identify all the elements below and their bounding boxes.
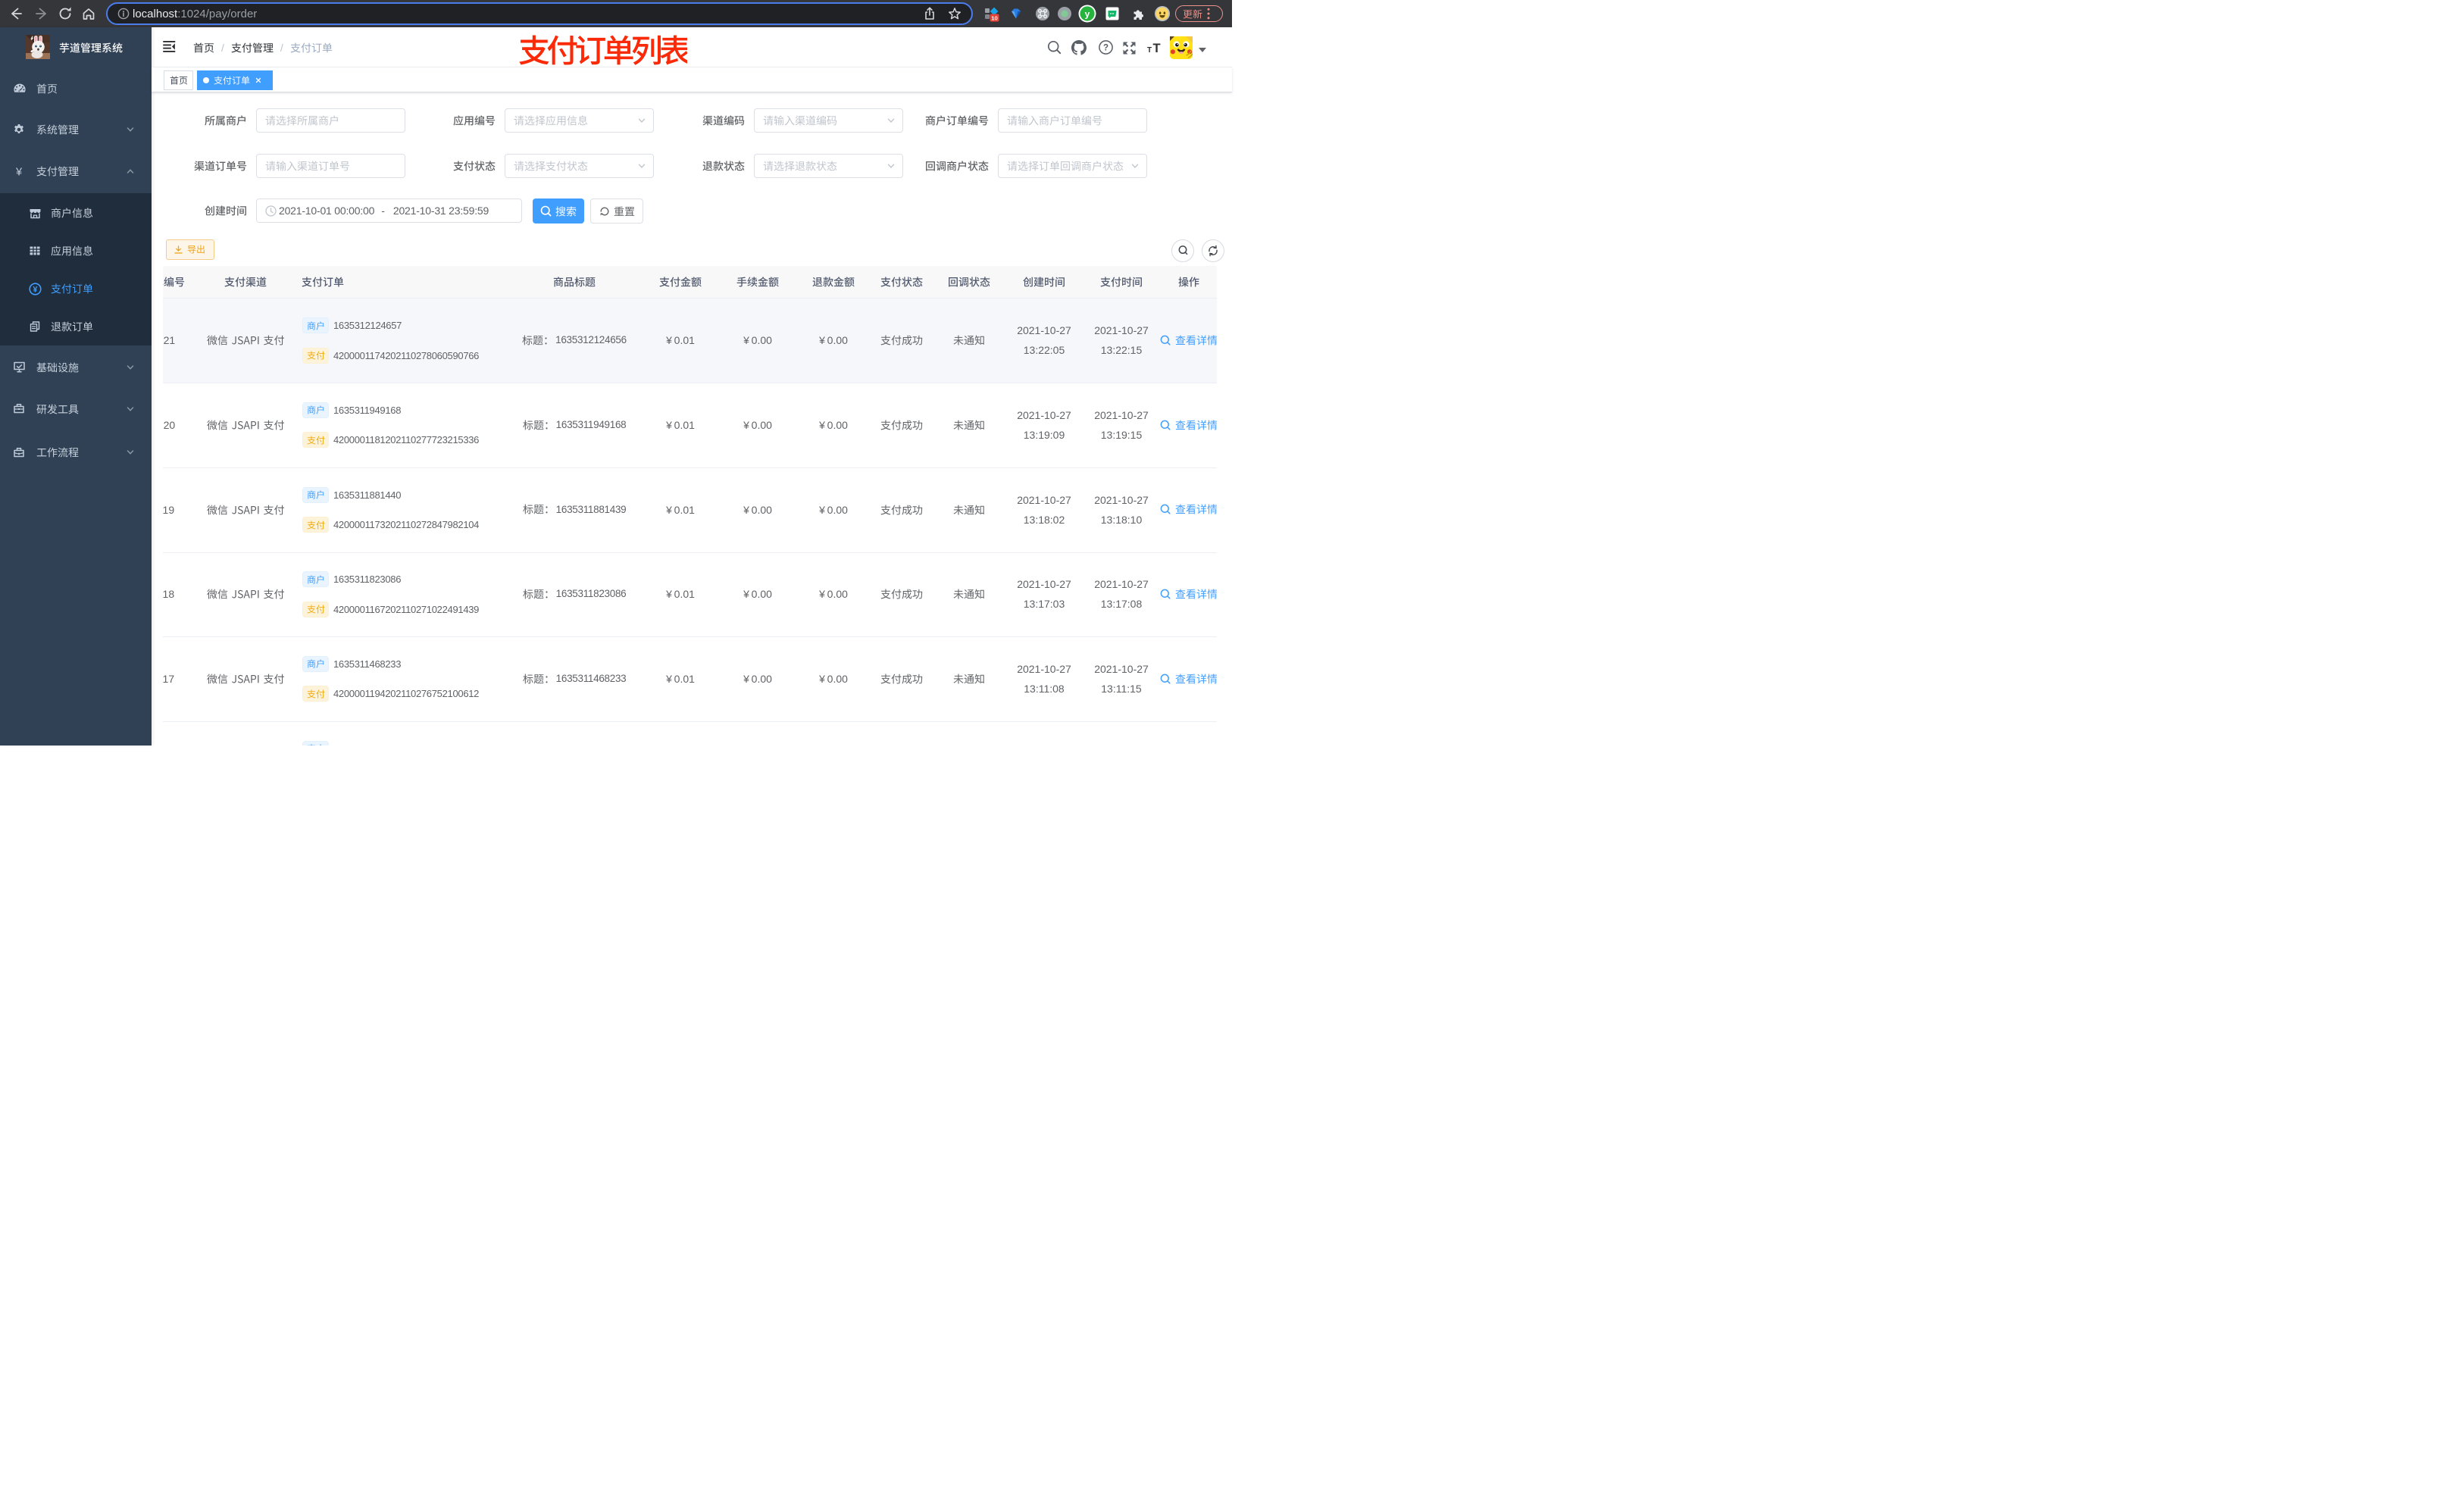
- svg-text:T: T: [1153, 42, 1161, 55]
- svg-text:?: ?: [1103, 44, 1108, 53]
- svg-text:¥: ¥: [15, 166, 23, 177]
- svg-text:¥: ¥: [33, 285, 38, 294]
- svg-text:10: 10: [991, 14, 997, 21]
- svg-text:y: y: [1085, 8, 1090, 19]
- svg-text:T: T: [1147, 46, 1152, 55]
